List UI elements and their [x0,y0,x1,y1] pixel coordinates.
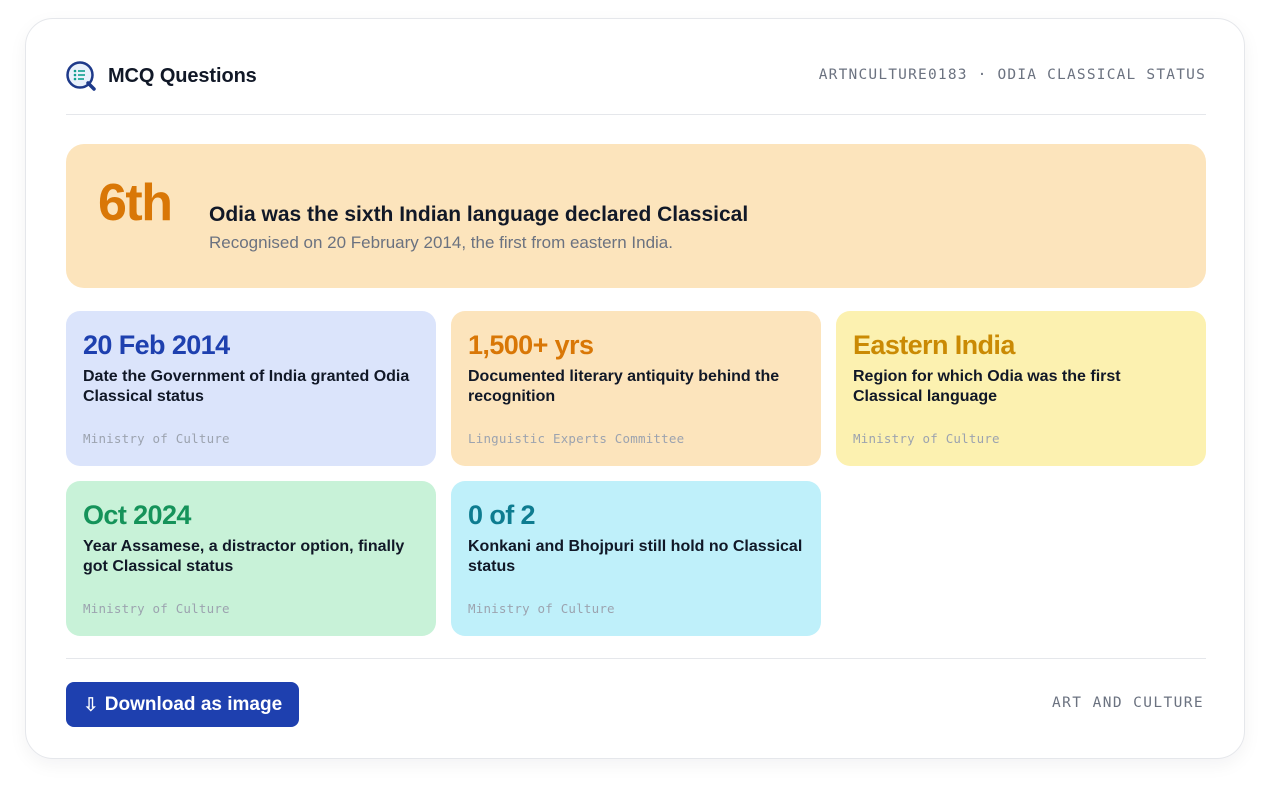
stat-description: Region for which Odia was the first Clas… [853,368,1121,405]
stat-value: Oct 2024 [83,500,191,530]
stat-card: 1,500+ yrs Documented literary antiquity… [451,311,821,466]
stat-value: 0 of 2 [468,500,536,530]
footer-divider [66,658,1206,659]
mcq-logo-icon [66,61,96,91]
stat-value: 20 Feb 2014 [83,330,230,360]
hero-highlight-value: 6th [98,174,173,232]
download-button-label: Download as image [104,693,283,715]
hero-subtitle: Recognised on 20 February 2014, the firs… [209,233,673,252]
brand-title: MCQ Questions [108,64,257,87]
stat-description: Date the Government of India granted Odi… [83,368,410,405]
stat-description: Year Assamese, a distractor option, fina… [83,538,405,575]
stat-description: Documented literary antiquity behind the… [468,368,780,405]
stat-card: Eastern India Region for which Odia was … [836,311,1206,466]
stat-card: Oct 2024 Year Assamese, a distractor opt… [66,481,436,636]
content-card: MCQ Questions ARTNCULTURE0183 · ODIA CLA… [25,18,1245,759]
stat-value: Eastern India [853,330,1015,360]
hero-title: Odia was the sixth Indian language decla… [209,203,749,226]
stat-source: Linguistic Experts Committee [468,431,685,446]
question-id-label: ARTNCULTURE0183 · ODIA CLASSICAL STATUS [818,67,1206,83]
stat-value: 1,500+ yrs [468,330,594,360]
stat-card: 0 of 2 Konkani and Bhojpuri still hold n… [451,481,821,636]
card-header: MCQ Questions ARTNCULTURE0183 · ODIA CLA… [66,59,1206,115]
stat-card: 20 Feb 2014 Date the Government of India… [66,311,436,466]
category-tag: ART AND CULTURE [1052,695,1204,711]
download-arrow-icon: ⇩ [82,693,99,716]
stat-source: Ministry of Culture [468,601,615,616]
stat-source: Ministry of Culture [83,431,230,446]
hero-banner: 6th Odia was the sixth Indian language d… [66,144,1206,288]
download-image-button[interactable]: ⇩ Download as image [66,682,299,727]
brand: MCQ Questions [66,61,257,91]
stat-description: Konkani and Bhojpuri still hold no Class… [468,538,803,575]
stat-source: Ministry of Culture [853,431,1000,446]
stat-source: Ministry of Culture [83,601,230,616]
